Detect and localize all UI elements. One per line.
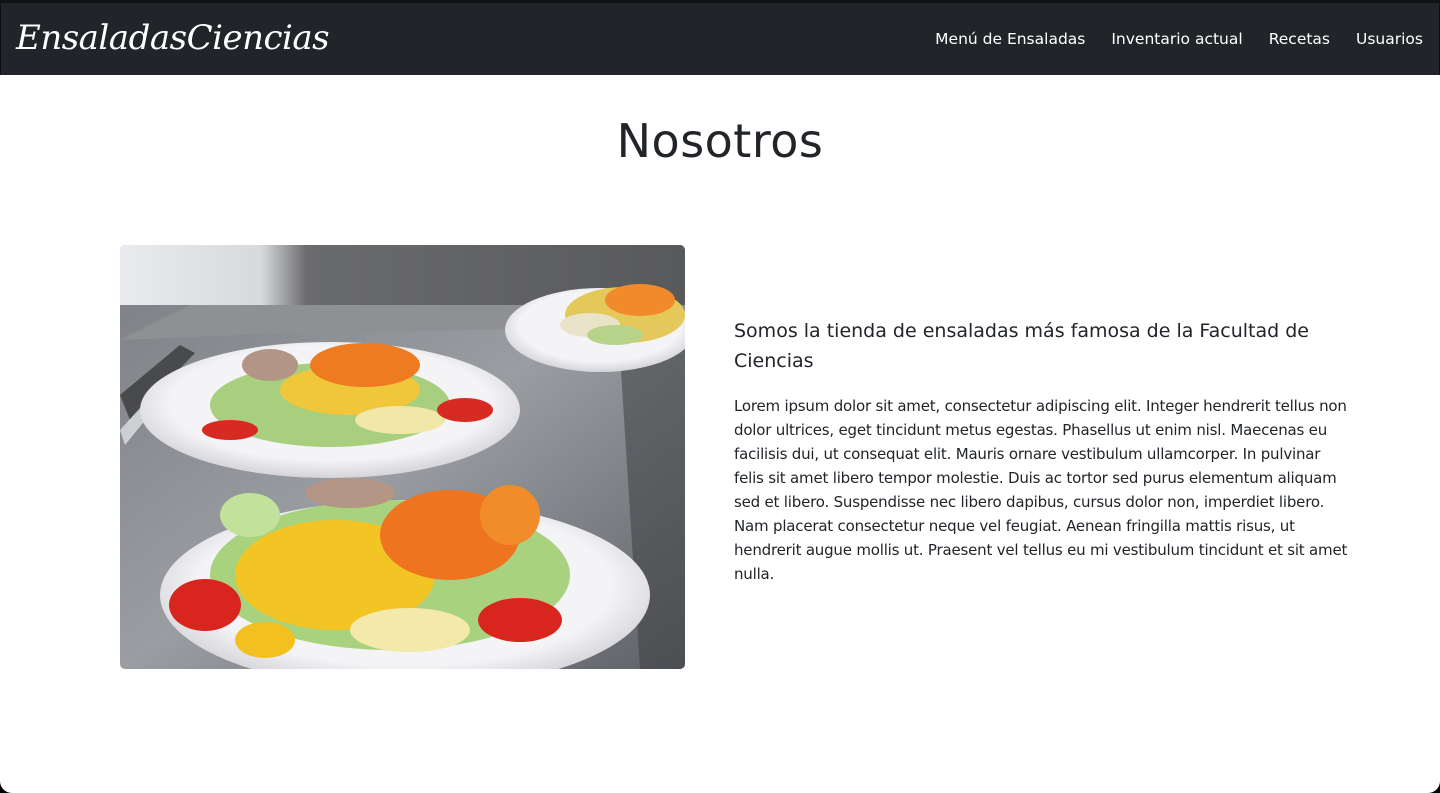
page-title: Nosotros bbox=[616, 114, 824, 168]
nav-link-inventario[interactable]: Inventario actual bbox=[1111, 30, 1242, 48]
nav-link-menu-ensaladas[interactable]: Menú de Ensaladas bbox=[935, 30, 1085, 48]
brand-logo-link[interactable]: EnsaladasCiencias bbox=[16, 13, 330, 63]
about-content: Somos la tienda de ensaladas más famosa … bbox=[734, 316, 1348, 586]
navbar: EnsaladasCiencias Menú de Ensaladas Inve… bbox=[0, 3, 1440, 75]
browser-viewport: EnsaladasCiencias Menú de Ensaladas Inve… bbox=[0, 0, 1440, 793]
nav-link-usuarios[interactable]: Usuarios bbox=[1356, 30, 1423, 48]
about-lead: Somos la tienda de ensaladas más famosa … bbox=[734, 320, 1309, 372]
nav-links: Menú de Ensaladas Inventario actual Rece… bbox=[909, 3, 1423, 75]
about-body: Lorem ipsum dolor sit amet, consectetur … bbox=[734, 397, 1348, 583]
nav-link-recetas[interactable]: Recetas bbox=[1269, 30, 1330, 48]
salad-photo bbox=[120, 245, 685, 669]
